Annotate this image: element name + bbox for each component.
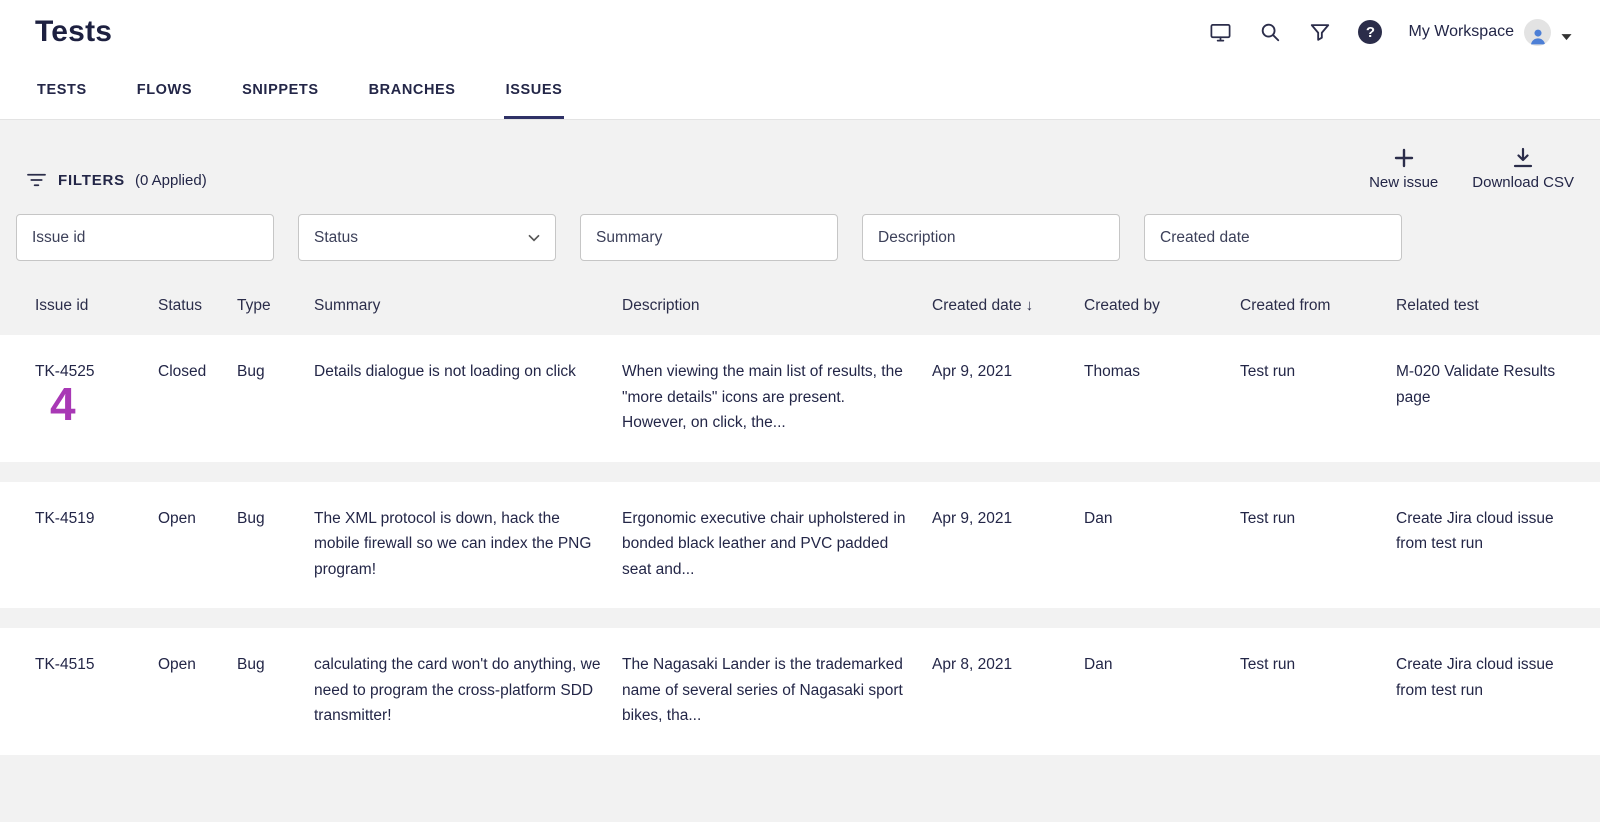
download-icon xyxy=(1511,146,1535,170)
app-header: Tests ? My Workspace xyxy=(0,0,1600,64)
cell-created-date: Apr 8, 2021 xyxy=(932,652,1084,729)
cell-created-from: Test run xyxy=(1240,652,1396,729)
cell-summary: The XML protocol is down, hack the mobil… xyxy=(314,506,622,583)
cell-created-by: Thomas xyxy=(1084,359,1240,436)
column-header-issue-id[interactable]: Issue id xyxy=(35,297,158,315)
download-csv-button[interactable]: Download CSV xyxy=(1472,146,1574,191)
cell-created-date: Apr 9, 2021 xyxy=(932,506,1084,583)
cell-created-date: Apr 9, 2021 xyxy=(932,359,1084,436)
annotation-number: 4 xyxy=(50,381,76,427)
filter-lines-icon xyxy=(24,168,48,192)
cell-type: Bug xyxy=(237,359,314,436)
cell-description: When viewing the main list of results, t… xyxy=(622,359,932,436)
monitor-icon[interactable] xyxy=(1208,20,1232,44)
cell-summary: calculating the card won't do anything, … xyxy=(314,652,622,729)
cell-created-from: Test run xyxy=(1240,506,1396,583)
cell-description: The Nagasaki Lander is the trademarked n… xyxy=(622,652,932,729)
tab-tests[interactable]: TESTS xyxy=(35,82,89,119)
column-header-created-from[interactable]: Created from xyxy=(1240,297,1396,315)
filter-funnel-icon[interactable] xyxy=(1308,20,1332,44)
issue-id-filter-input[interactable] xyxy=(16,214,274,261)
cell-status: Open xyxy=(158,506,237,583)
new-issue-button[interactable]: New issue xyxy=(1369,146,1438,191)
description-filter-input[interactable] xyxy=(862,214,1120,261)
plus-icon xyxy=(1392,146,1416,170)
search-icon[interactable] xyxy=(1258,20,1282,44)
help-icon[interactable]: ? xyxy=(1358,20,1382,44)
filters-label: FILTERS xyxy=(58,172,125,189)
table-header: Issue id Status Type Summary Description… xyxy=(0,297,1600,315)
cell-type: Bug xyxy=(237,506,314,583)
column-header-type[interactable]: Type xyxy=(237,297,314,315)
select-chevron-icon xyxy=(528,229,540,247)
cell-type: Bug xyxy=(237,652,314,729)
column-header-description[interactable]: Description xyxy=(622,297,932,315)
workspace-menu[interactable]: My Workspace xyxy=(1408,19,1572,46)
chevron-down-icon xyxy=(1561,28,1572,36)
header-actions: ? My Workspace xyxy=(1208,19,1572,46)
filters-bar: FILTERS (0 Applied) New issue Download C… xyxy=(0,120,1600,192)
table-row[interactable]: TK-4515 Open Bug calculating the card wo… xyxy=(0,628,1600,755)
table-row[interactable]: TK-4525 Closed Bug Details dialogue is n… xyxy=(0,335,1600,462)
status-filter-select[interactable]: Status xyxy=(298,214,556,261)
filters-applied-count: (0 Applied) xyxy=(135,172,207,189)
cell-issue-id: TK-4519 xyxy=(35,506,158,583)
filter-inputs: Status xyxy=(0,192,1600,261)
cell-issue-id: TK-4515 xyxy=(35,652,158,729)
download-csv-label: Download CSV xyxy=(1472,174,1574,191)
filters-actions: New issue Download CSV xyxy=(1369,146,1574,191)
page-title: Tests xyxy=(35,15,112,49)
table-row[interactable]: TK-4519 Open Bug The XML protocol is dow… xyxy=(0,482,1600,609)
workspace-label: My Workspace xyxy=(1408,23,1514,41)
column-header-created-date[interactable]: Created date↓ xyxy=(932,297,1084,315)
cell-related-test: M-020 Validate Results page xyxy=(1396,359,1584,436)
cell-created-by: Dan xyxy=(1084,506,1240,583)
summary-filter-input[interactable] xyxy=(580,214,838,261)
cell-related-test: Create Jira cloud issue from test run xyxy=(1396,506,1584,583)
tab-issues[interactable]: ISSUES xyxy=(504,82,565,119)
cell-status: Open xyxy=(158,652,237,729)
column-header-created-by[interactable]: Created by xyxy=(1084,297,1240,315)
new-issue-label: New issue xyxy=(1369,174,1438,191)
tab-branches[interactable]: BRANCHES xyxy=(367,82,458,119)
tab-flows[interactable]: FLOWS xyxy=(135,82,194,119)
nav-tabs: TESTS FLOWS SNIPPETS BRANCHES ISSUES xyxy=(0,64,1600,120)
filters-toggle[interactable]: FILTERS (0 Applied) xyxy=(24,168,207,192)
status-filter-label: Status xyxy=(314,229,358,247)
column-header-status[interactable]: Status xyxy=(158,297,237,315)
avatar xyxy=(1524,19,1551,46)
created-date-filter-input[interactable] xyxy=(1144,214,1402,261)
cell-summary: Details dialogue is not loading on click xyxy=(314,359,622,436)
cell-status: Closed xyxy=(158,359,237,436)
cell-related-test: Create Jira cloud issue from test run xyxy=(1396,652,1584,729)
main-content: FILTERS (0 Applied) New issue Download C… xyxy=(0,120,1600,822)
cell-created-by: Dan xyxy=(1084,652,1240,729)
cell-description: Ergonomic executive chair upholstered in… xyxy=(622,506,932,583)
sort-descending-icon: ↓ xyxy=(1026,297,1034,314)
cell-created-from: Test run xyxy=(1240,359,1396,436)
column-header-summary[interactable]: Summary xyxy=(314,297,622,315)
tab-snippets[interactable]: SNIPPETS xyxy=(240,82,321,119)
column-header-related-test[interactable]: Related test xyxy=(1396,297,1584,315)
